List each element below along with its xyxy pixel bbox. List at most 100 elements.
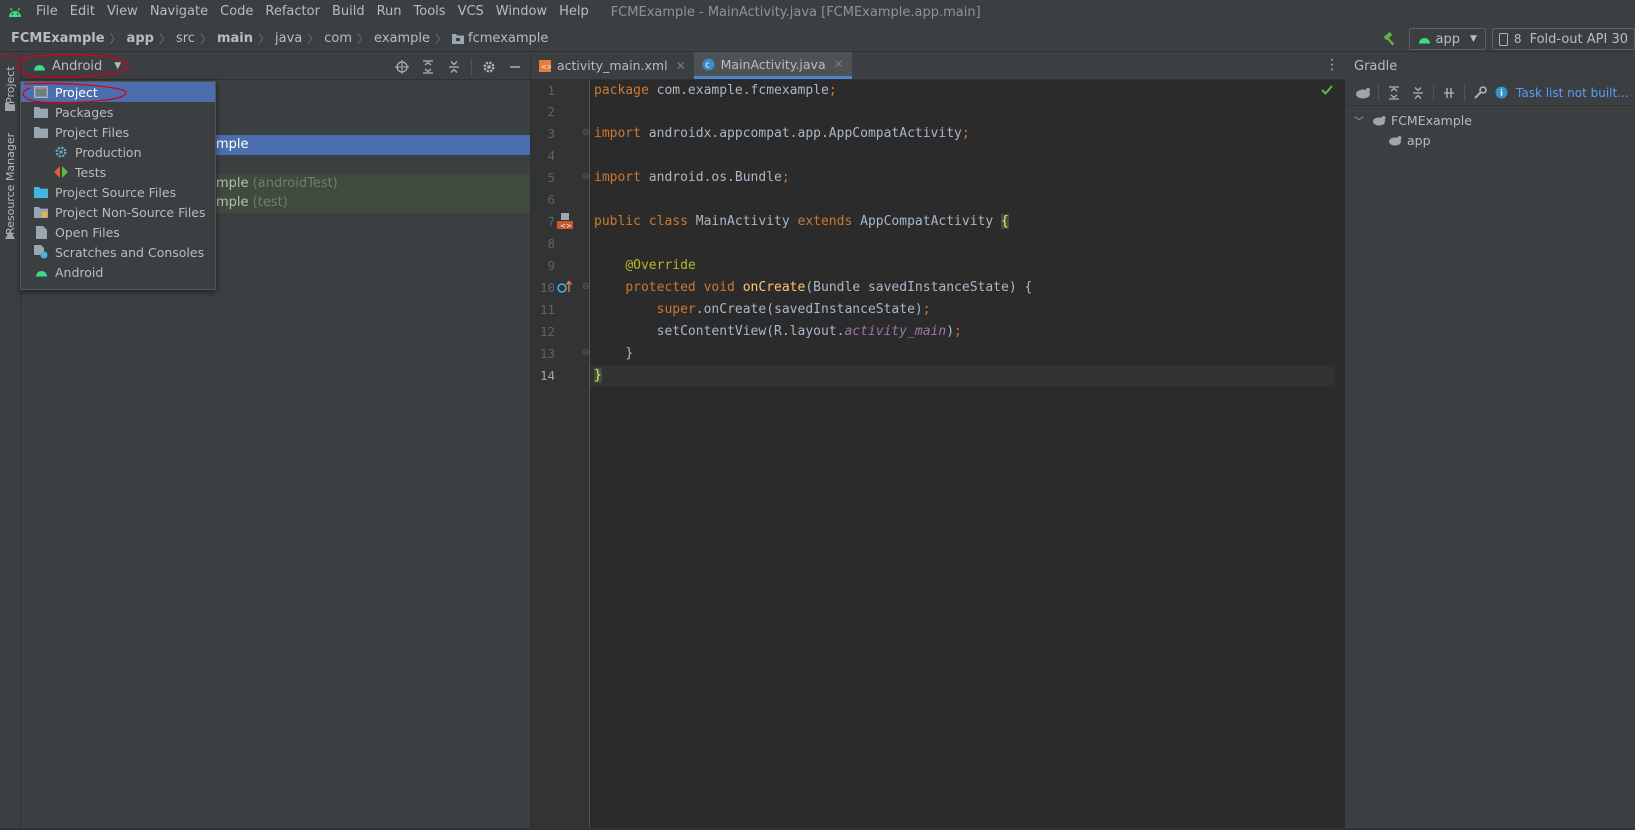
- code-editor: <> activity_main.xml ✕ c MainActivity.ja…: [531, 52, 1345, 830]
- dropdown-item-label: Packages: [55, 104, 114, 120]
- menu-build[interactable]: Build: [326, 0, 371, 24]
- dropdown-item-tests[interactable]: Tests: [21, 162, 215, 182]
- dropdown-item-open-files[interactable]: Open Files: [21, 222, 215, 242]
- menu-run[interactable]: Run: [371, 0, 408, 24]
- reload-gradle-icon[interactable]: [1354, 84, 1372, 102]
- dropdown-item-project-non-source-files[interactable]: Project Non-Source Files: [21, 202, 215, 222]
- line-number: 14: [539, 368, 555, 383]
- breadcrumb-package[interactable]: fcmexample: [468, 31, 552, 46]
- code-line-11: super.onCreate(savedInstanceState);: [656, 302, 931, 317]
- svg-text:<>: <>: [560, 222, 572, 229]
- menu-navigate[interactable]: Navigate: [144, 0, 214, 24]
- tab-mainactivity-java[interactable]: c MainActivity.java ✕: [693, 52, 852, 79]
- make-project-hammer-icon[interactable]: [1379, 28, 1401, 50]
- expand-all-icon[interactable]: [419, 58, 437, 76]
- code-line-5: import android.os.Bundle;: [594, 170, 790, 185]
- code-line-13: }: [625, 346, 634, 361]
- toolbar-divider: [1464, 84, 1465, 101]
- line-number: 10: [539, 280, 555, 295]
- collapse-all-icon[interactable]: [1409, 84, 1427, 102]
- locate-target-icon[interactable]: [393, 58, 411, 76]
- project-view-selector[interactable]: Android ▼: [21, 53, 121, 80]
- fold-icon[interactable]: ⊖: [582, 282, 590, 292]
- dropdown-item-label: Project Source Files: [55, 184, 177, 200]
- breadcrumb-example[interactable]: example: [374, 31, 434, 46]
- task-list-link[interactable]: Task list not built...: [1516, 86, 1629, 100]
- dropdown-item-packages[interactable]: Packages: [21, 102, 215, 122]
- line-number: 8: [547, 236, 555, 251]
- dropdown-item-production[interactable]: Production: [21, 142, 215, 162]
- menu-tools[interactable]: Tools: [408, 0, 452, 24]
- device-select[interactable]: 8 Fold-out API 30: [1491, 28, 1635, 50]
- resource-manager-tab-label: Resource Manager: [4, 132, 17, 236]
- fold-icon[interactable]: ⊖: [582, 348, 590, 358]
- code-line-14: }: [590, 365, 1335, 387]
- dropdown-item-project[interactable]: Project: [21, 82, 215, 102]
- dropdown-item-label: Project Non-Source Files: [55, 204, 206, 220]
- breadcrumb-src[interactable]: src: [176, 31, 199, 46]
- code-line-10: protected void onCreate(Bundle savedInst…: [625, 280, 1033, 295]
- tab-menu-kebab-icon[interactable]: ⋮: [1325, 57, 1339, 73]
- chevron-down-icon: ▼: [1470, 34, 1477, 44]
- project-view-label: Android: [52, 58, 103, 74]
- collapse-all-icon[interactable]: [445, 58, 463, 76]
- close-icon[interactable]: ✕: [834, 57, 844, 71]
- wrench-icon[interactable]: [1471, 84, 1489, 102]
- tree-row-label: mple: [216, 195, 249, 210]
- dropdown-item-project-source-files[interactable]: Project Source Files: [21, 182, 215, 202]
- menu-file[interactable]: File: [30, 0, 64, 24]
- breadcrumb-project[interactable]: FCMExample: [11, 31, 109, 46]
- toggle-offline-icon[interactable]: [1440, 84, 1458, 102]
- code-line-7: public class MainActivity extends AppCom…: [594, 214, 1009, 229]
- dropdown-item-project-files[interactable]: Project Files: [21, 122, 215, 142]
- tree-row-hint: (androidTest): [252, 176, 338, 191]
- line-number: 7: [547, 214, 555, 229]
- run-configuration-select[interactable]: app ▼: [1408, 28, 1486, 50]
- gradle-tree-app[interactable]: app: [1346, 130, 1635, 150]
- breadcrumb: FCMExample 〉 app 〉 src 〉 main 〉 java 〉 com 〉 e…: [0, 30, 552, 47]
- folder-icon: [5, 100, 15, 115]
- dropdown-item-scratches[interactable]: Scratches and Consoles: [21, 242, 215, 262]
- breadcrumb-module[interactable]: app: [127, 31, 158, 46]
- java-class-icon: c: [702, 58, 715, 71]
- breadcrumb-main[interactable]: main: [217, 31, 257, 46]
- tab-resource-manager[interactable]: Resource Manager: [1, 129, 20, 239]
- breadcrumb-com[interactable]: com: [324, 31, 356, 46]
- line-number: 5: [547, 170, 555, 185]
- menu-help[interactable]: Help: [553, 0, 595, 24]
- android-studio-logo-icon: [0, 0, 30, 24]
- window-title: FCMExample - MainActivity.java [FCMExamp…: [610, 4, 981, 20]
- chevron-down-icon: ﹀: [1354, 116, 1364, 128]
- gear-icon[interactable]: [480, 58, 498, 76]
- layout-preview-icon[interactable]: <>: [557, 213, 573, 233]
- folder-icon: [33, 104, 49, 120]
- menu-edit[interactable]: Edit: [64, 0, 101, 24]
- no-problems-check-icon[interactable]: [1321, 84, 1333, 99]
- folder-icon: [33, 124, 49, 140]
- override-method-icon[interactable]: [557, 280, 573, 298]
- code-line-9: @Override: [625, 258, 696, 273]
- android-icon: [33, 264, 49, 280]
- gradle-tree-root[interactable]: ﹀ FCMExample: [1346, 110, 1635, 130]
- gradle-elephant-icon: [1388, 135, 1402, 146]
- minimize-icon[interactable]: [506, 58, 524, 76]
- fold-icon[interactable]: ⊖: [582, 128, 590, 138]
- file-icon: [33, 224, 49, 240]
- breadcrumb-java[interactable]: java: [275, 31, 306, 46]
- fold-icon[interactable]: ⊖: [582, 172, 590, 182]
- menu-view[interactable]: View: [101, 0, 144, 24]
- device-icon: [1498, 32, 1508, 46]
- code-area[interactable]: package com.example.fcmexample; import a…: [590, 80, 1345, 830]
- chevron-right-icon: 〉: [158, 32, 171, 46]
- menu-refactor[interactable]: Refactor: [259, 0, 326, 24]
- expand-all-icon[interactable]: [1385, 84, 1403, 102]
- menu-code[interactable]: Code: [214, 0, 259, 24]
- close-icon[interactable]: ✕: [676, 59, 686, 73]
- menu-vcs[interactable]: VCS: [452, 0, 490, 24]
- dropdown-item-android[interactable]: Android: [21, 262, 215, 282]
- line-number: 2: [547, 104, 555, 119]
- menu-window[interactable]: Window: [490, 0, 553, 24]
- dropdown-item-label: Tests: [75, 164, 107, 180]
- tab-activity-main-xml[interactable]: <> activity_main.xml ✕: [531, 52, 694, 79]
- tree-row-label: mple: [216, 137, 249, 152]
